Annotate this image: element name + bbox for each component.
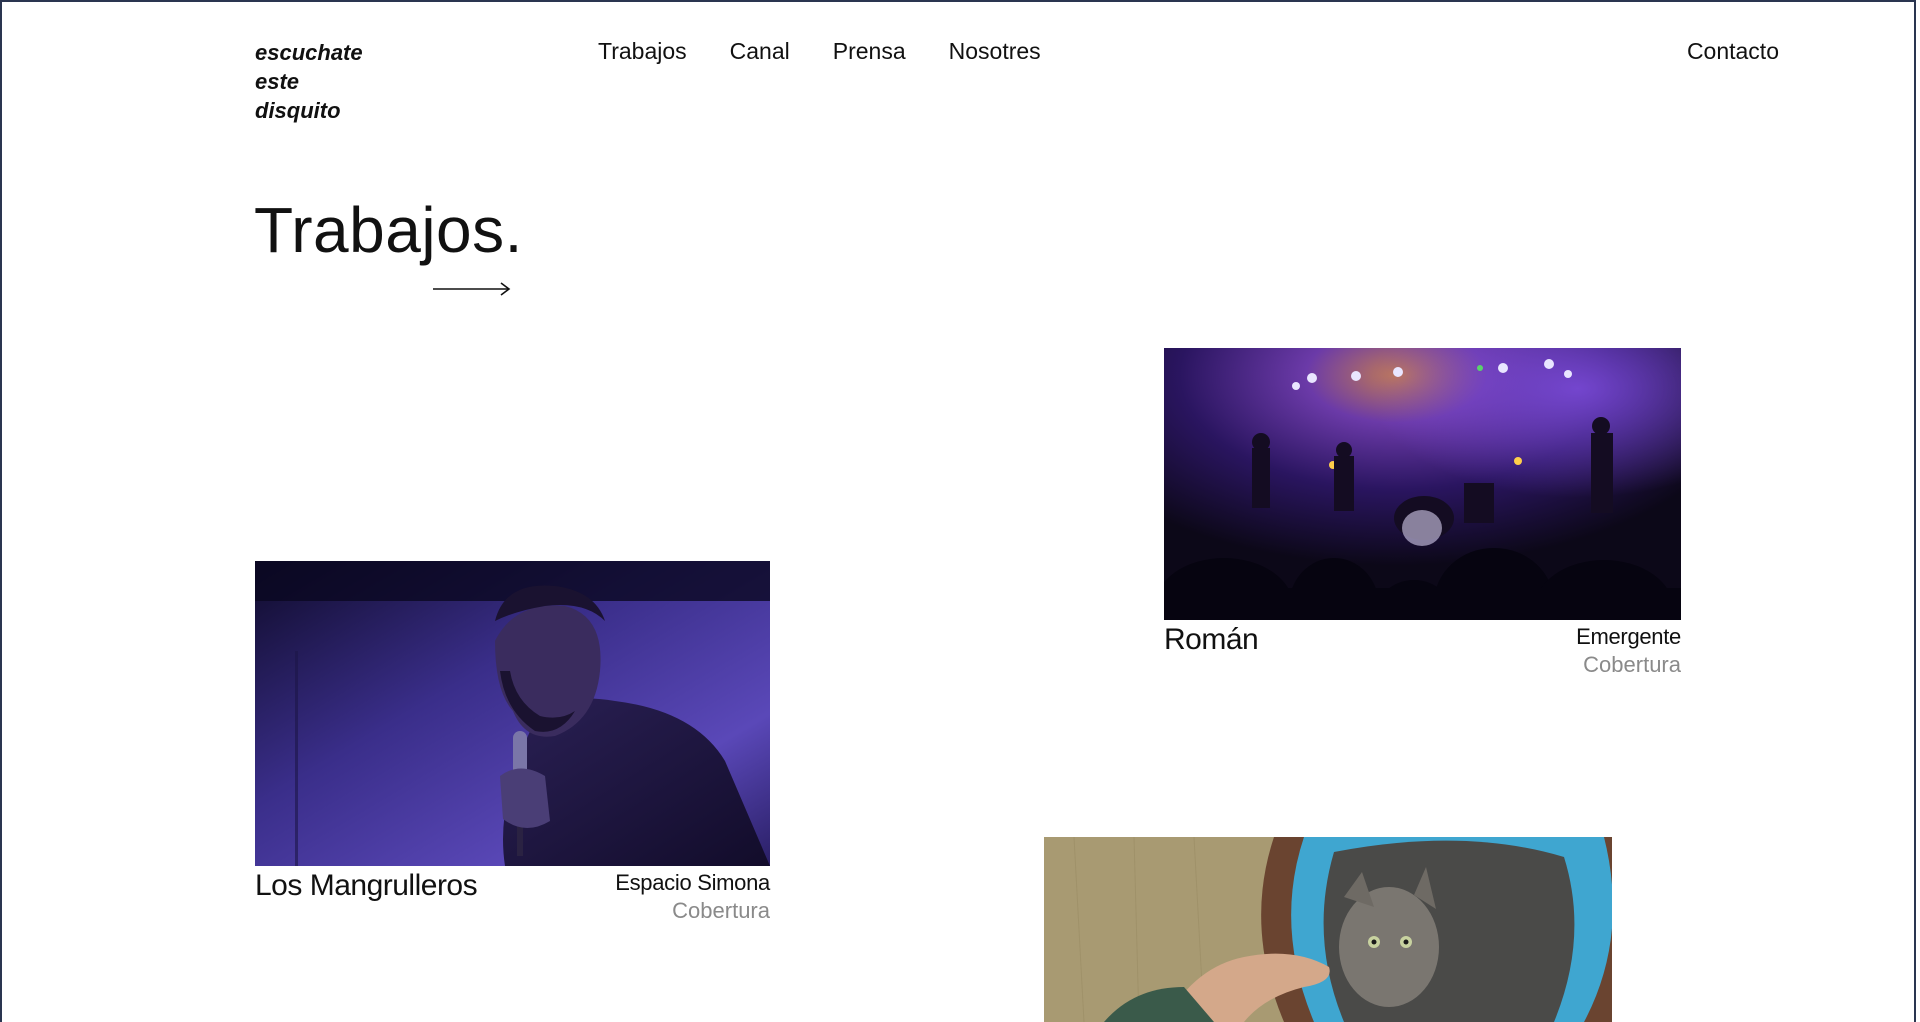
project-category: Cobertura [672,898,770,923]
arrow-right-icon [433,282,511,296]
project-details: Espacio Simona Cobertura [615,869,770,925]
nav-link-prensa[interactable]: Prensa [833,38,906,65]
project-image-3[interactable] [1044,837,1612,1022]
project-category: Cobertura [1583,652,1681,677]
page-title: Trabajos. [254,194,523,266]
logo-line-1: escuchate [255,40,363,65]
main-nav: Trabajos Canal Prensa Nosotres [598,38,1084,65]
singer-microphone-photo [255,561,770,866]
project-image-los-mangrulleros[interactable] [255,561,770,866]
project-image-roman[interactable] [1164,348,1681,620]
project-venue: Emergente [1576,624,1681,649]
kitten-in-bed-photo [1044,837,1612,1022]
project-details: Emergente Cobertura [1576,623,1681,679]
project-card-roman: Román Emergente Cobertura [1164,348,1681,679]
nav-link-contacto[interactable]: Contacto [1687,38,1779,65]
site-logo[interactable]: escuchate este disquito [255,38,363,125]
logo-line-3: disquito [255,98,341,123]
project-venue: Espacio Simona [615,870,770,895]
concert-stage-photo [1164,348,1681,620]
nav-link-canal[interactable]: Canal [730,38,790,65]
project-meta-roman: Román Emergente Cobertura [1164,623,1681,679]
project-card-los-mangrulleros: Los Mangrulleros Espacio Simona Cobertur… [255,561,770,925]
project-meta-los-mangrulleros: Los Mangrulleros Espacio Simona Cobertur… [255,869,770,925]
nav-link-trabajos[interactable]: Trabajos [598,38,687,65]
project-name[interactable]: Los Mangrulleros [255,869,478,903]
nav-link-nosotres[interactable]: Nosotres [949,38,1041,65]
project-name[interactable]: Román [1164,623,1259,657]
project-card-3 [1044,837,1612,1022]
logo-line-2: este [255,69,300,94]
